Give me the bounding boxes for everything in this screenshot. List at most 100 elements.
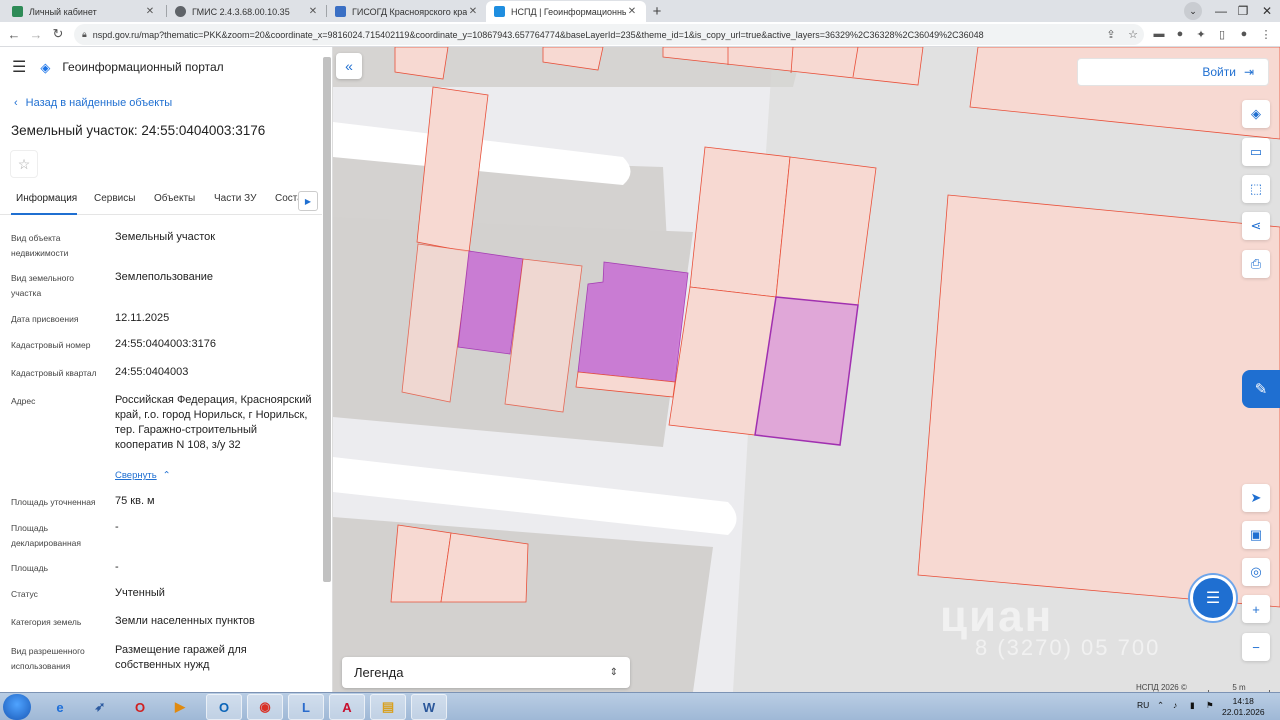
close-window-icon[interactable]: ✕: [1252, 0, 1280, 22]
property-label: Дата присвоения: [11, 314, 79, 324]
system-clock[interactable]: 14:18 22.01.2026: [1222, 696, 1265, 718]
tab-title: ГМИС 2.4.3.68.00.10.35: [192, 6, 290, 17]
property-label: Статус: [11, 589, 38, 599]
collapse-link[interactable]: Свернуть ⌃: [115, 470, 171, 481]
map-scale: 5 m: [1208, 683, 1270, 693]
new-tab-button[interactable]: +: [648, 2, 666, 20]
volume-icon[interactable]: ♪: [1173, 700, 1177, 710]
address-bar[interactable]: 🔒︎ nspd.gov.ru/map?thematic=PKK&zoom=20&…: [74, 24, 1144, 45]
collapse-panel-button[interactable]: «: [336, 53, 362, 79]
puzzle-icon[interactable]: ✦: [1194, 27, 1208, 41]
parcel-shape: [440, 532, 529, 603]
close-tab-icon[interactable]: ✕: [626, 6, 638, 17]
chevron-up-icon: ⌃: [162, 470, 171, 481]
legend-dropdown[interactable]: Легенда ⇕: [342, 657, 630, 688]
forward-arrow-icon[interactable]: →: [28, 26, 44, 42]
start-button-icon[interactable]: [3, 694, 31, 720]
chat-icon[interactable]: ☰: [1190, 575, 1236, 621]
extension-icon[interactable]: ▬: [1152, 27, 1166, 41]
tab-search-chevron-icon[interactable]: ⌄: [1184, 2, 1202, 20]
explorer-folder-icon[interactable]: ▤: [370, 694, 406, 720]
reload-icon[interactable]: ↻: [50, 26, 66, 42]
property-label: Категория земель: [11, 617, 82, 627]
lock-icon: 🔒︎: [82, 29, 87, 39]
acrobat-icon[interactable]: A: [329, 694, 365, 720]
back-to-results-link[interactable]: ‹ Назад в найденные объекты: [14, 97, 180, 109]
property-label: Кадастровый номер: [11, 340, 91, 350]
panel-scrollbar[interactable]: [323, 57, 331, 582]
property-label: Площадь декларированная: [11, 523, 81, 548]
back-arrow-icon[interactable]: ←: [6, 26, 22, 42]
property-label: Вид объекта недвижимости: [11, 233, 69, 258]
network-icon[interactable]: ▮: [1190, 700, 1195, 711]
browser-tab-strip: Личный кабинет ✕ ГМИС 2.4.3.68.00.10.35 …: [0, 0, 1280, 22]
hamburger-menu-icon[interactable]: ☰: [12, 57, 26, 77]
bird-app-icon[interactable]: ➶: [82, 694, 118, 720]
property-label: Адрес: [11, 396, 36, 406]
tab-information[interactable]: Информация: [16, 193, 77, 204]
property-label: Вид земельного участка: [11, 273, 75, 298]
close-tab-icon[interactable]: ✕: [144, 6, 156, 17]
outlook-icon[interactable]: O: [206, 694, 242, 720]
ie-icon[interactable]: e: [42, 694, 78, 720]
area-select-icon[interactable]: ⬚: [1242, 175, 1270, 203]
layers-icon[interactable]: ◈: [1242, 100, 1270, 128]
tab-parcel-parts[interactable]: Части ЗУ: [214, 193, 256, 204]
bookmark-star-icon[interactable]: ☆: [1126, 27, 1140, 41]
login-arrow-icon: ⇥: [1243, 65, 1254, 79]
print-icon[interactable]: ⎙: [1242, 250, 1270, 278]
close-tab-icon[interactable]: ✕: [307, 6, 319, 17]
assistant-tool-icon[interactable]: ✎: [1242, 370, 1280, 408]
cadastral-map: [333, 47, 1280, 692]
notification-flag-icon[interactable]: ⚑: [1206, 700, 1214, 711]
property-label: Площадь уточненная: [11, 497, 96, 507]
favorite-star-button[interactable]: ☆: [10, 150, 38, 178]
share-map-icon[interactable]: ⋖: [1242, 212, 1270, 240]
navigate-icon[interactable]: ➤: [1242, 484, 1270, 512]
sidepanel-icon[interactable]: ▯: [1215, 27, 1229, 41]
share-icon[interactable]: ⇪: [1104, 27, 1118, 41]
site-favicon-icon: [12, 6, 23, 17]
back-label: Назад в найденные объекты: [25, 97, 173, 109]
tab-title: Личный кабинет: [29, 6, 97, 17]
property-value: 24:55:0404003: [115, 366, 189, 378]
parcel-shape: [775, 156, 877, 306]
property-value: Учтенный: [115, 587, 165, 599]
lync-icon[interactable]: L: [288, 694, 324, 720]
tray-arrow-icon[interactable]: ⌃: [1157, 700, 1164, 711]
property-value: Земельный участок: [115, 231, 216, 243]
portal-logo-icon: ◈: [40, 60, 51, 75]
close-tab-icon[interactable]: ✕: [467, 6, 479, 17]
tabs-scroll-right-icon[interactable]: ▶: [298, 191, 318, 211]
browser-tab[interactable]: Личный кабинет ✕: [4, 1, 164, 22]
browser-tab[interactable]: ГИСОГД Красноярского края ✕: [327, 1, 487, 22]
language-indicator[interactable]: RU: [1137, 700, 1149, 710]
browser-tab-active[interactable]: НСПД | Геоинформационный п ✕: [486, 1, 646, 22]
map-canvas[interactable]: циан 8 (3270) 05 700: [333, 47, 1280, 692]
opera-icon[interactable]: O: [122, 694, 158, 720]
chrome-icon[interactable]: ◉: [247, 694, 283, 720]
chevron-updown-icon: ⇕: [609, 667, 618, 678]
word-icon[interactable]: W: [411, 694, 447, 720]
login-button[interactable]: Войти ⇥: [1077, 58, 1269, 86]
media-player-icon[interactable]: ▶: [162, 694, 198, 720]
property-value: 75 кв. м: [115, 495, 155, 507]
tab-services[interactable]: Сервисы: [94, 193, 135, 204]
collapse-label: Свернуть: [115, 470, 157, 481]
ruler-icon[interactable]: ▭: [1242, 138, 1270, 166]
profile-icon[interactable]: ●: [1237, 27, 1251, 41]
info-tabs: Информация Сервисы Объекты Части ЗУ Сост…: [0, 185, 322, 215]
property-value: -: [115, 521, 119, 533]
geolocation-icon[interactable]: ◎: [1242, 558, 1270, 586]
nspd-favicon-icon: [494, 6, 505, 17]
zoom-in-button[interactable]: +: [1242, 595, 1270, 623]
browser-tab[interactable]: ГМИС 2.4.3.68.00.10.35 ✕: [167, 1, 327, 22]
globe-favicon-icon: [175, 6, 186, 17]
portal-title: Геоинформационный портал: [62, 60, 224, 74]
clock-date: 22.01.2026: [1222, 707, 1265, 717]
tab-objects[interactable]: Объекты: [154, 193, 195, 204]
zoom-out-button[interactable]: −: [1242, 633, 1270, 661]
minimap-icon[interactable]: ▣: [1242, 521, 1270, 549]
extension-icon[interactable]: ●: [1173, 27, 1187, 41]
menu-dots-icon[interactable]: ⋮: [1259, 27, 1273, 41]
